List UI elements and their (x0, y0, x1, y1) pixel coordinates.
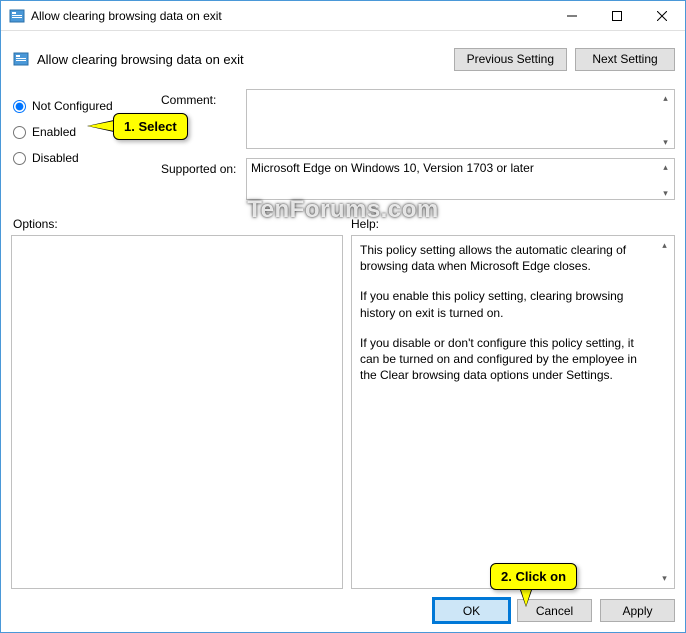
radio-disabled-input[interactable] (13, 152, 26, 165)
radio-disabled[interactable]: Disabled (11, 145, 161, 171)
supported-label: Supported on: (161, 158, 246, 203)
radio-label: Enabled (32, 125, 76, 139)
policy-icon (13, 51, 29, 67)
options-label: Options: (11, 217, 351, 231)
scroll-up-icon[interactable]: ▴ (657, 90, 674, 107)
scroll-up-icon[interactable]: ▴ (657, 159, 674, 176)
dialog-buttons: OK Cancel Apply (11, 599, 675, 622)
comment-textarea[interactable] (246, 89, 675, 149)
annotation-select: 1. Select (113, 113, 188, 140)
supported-row: Supported on: Microsoft Edge on Windows … (161, 158, 675, 203)
policy-title: Allow clearing browsing data on exit (37, 52, 454, 67)
scroll-down-icon[interactable]: ▾ (657, 134, 674, 151)
help-pane: This policy setting allows the automatic… (351, 235, 675, 589)
maximize-button[interactable] (594, 1, 639, 30)
help-paragraph: If you enable this policy setting, clear… (360, 288, 654, 320)
radio-not-configured-input[interactable] (13, 100, 26, 113)
mid-labels: Options: Help: (11, 217, 675, 231)
callout-tail (521, 590, 531, 606)
system-buttons (549, 1, 685, 30)
radio-label: Disabled (32, 151, 79, 165)
apply-button[interactable]: Apply (600, 599, 675, 622)
help-scrollbar: ▴ ▾ (656, 237, 673, 587)
close-button[interactable] (639, 1, 685, 30)
help-paragraph: If you disable or don't configure this p… (360, 335, 654, 384)
policy-icon (9, 8, 25, 24)
comment-scrollbar: ▴ ▾ (657, 90, 674, 151)
radio-enabled-input[interactable] (13, 126, 26, 139)
scroll-down-icon[interactable]: ▾ (656, 570, 673, 587)
panes: This policy setting allows the automatic… (11, 235, 675, 589)
minimize-button[interactable] (549, 1, 594, 30)
options-pane (11, 235, 343, 589)
ok-button[interactable]: OK (434, 599, 509, 622)
comment-row: Comment: ▴ ▾ (161, 89, 675, 152)
supported-scrollbar: ▴ ▾ (657, 159, 674, 202)
nav-buttons: Previous Setting Next Setting (454, 48, 675, 71)
fields-column: Comment: ▴ ▾ Supported on: Microsoft Edg… (161, 89, 675, 209)
header-row: Allow clearing browsing data on exit Pre… (11, 39, 675, 79)
titlebar: Allow clearing browsing data on exit (1, 1, 685, 31)
window-title: Allow clearing browsing data on exit (31, 9, 549, 23)
config-row: Not Configured Enabled Disabled Comment: (11, 89, 675, 209)
gpo-policy-window: Allow clearing browsing data on exit All… (0, 0, 686, 633)
next-setting-button[interactable]: Next Setting (575, 48, 675, 71)
help-label: Help: (351, 217, 675, 231)
state-radios: Not Configured Enabled Disabled (11, 89, 161, 209)
radio-label: Not Configured (32, 99, 113, 113)
callout-tail (88, 121, 114, 131)
previous-setting-button[interactable]: Previous Setting (454, 48, 567, 71)
annotation-click: 2. Click on (490, 563, 577, 590)
scroll-up-icon[interactable]: ▴ (656, 237, 673, 254)
scroll-down-icon[interactable]: ▾ (657, 185, 674, 202)
help-paragraph: This policy setting allows the automatic… (360, 242, 654, 274)
supported-textarea: Microsoft Edge on Windows 10, Version 17… (246, 158, 675, 200)
